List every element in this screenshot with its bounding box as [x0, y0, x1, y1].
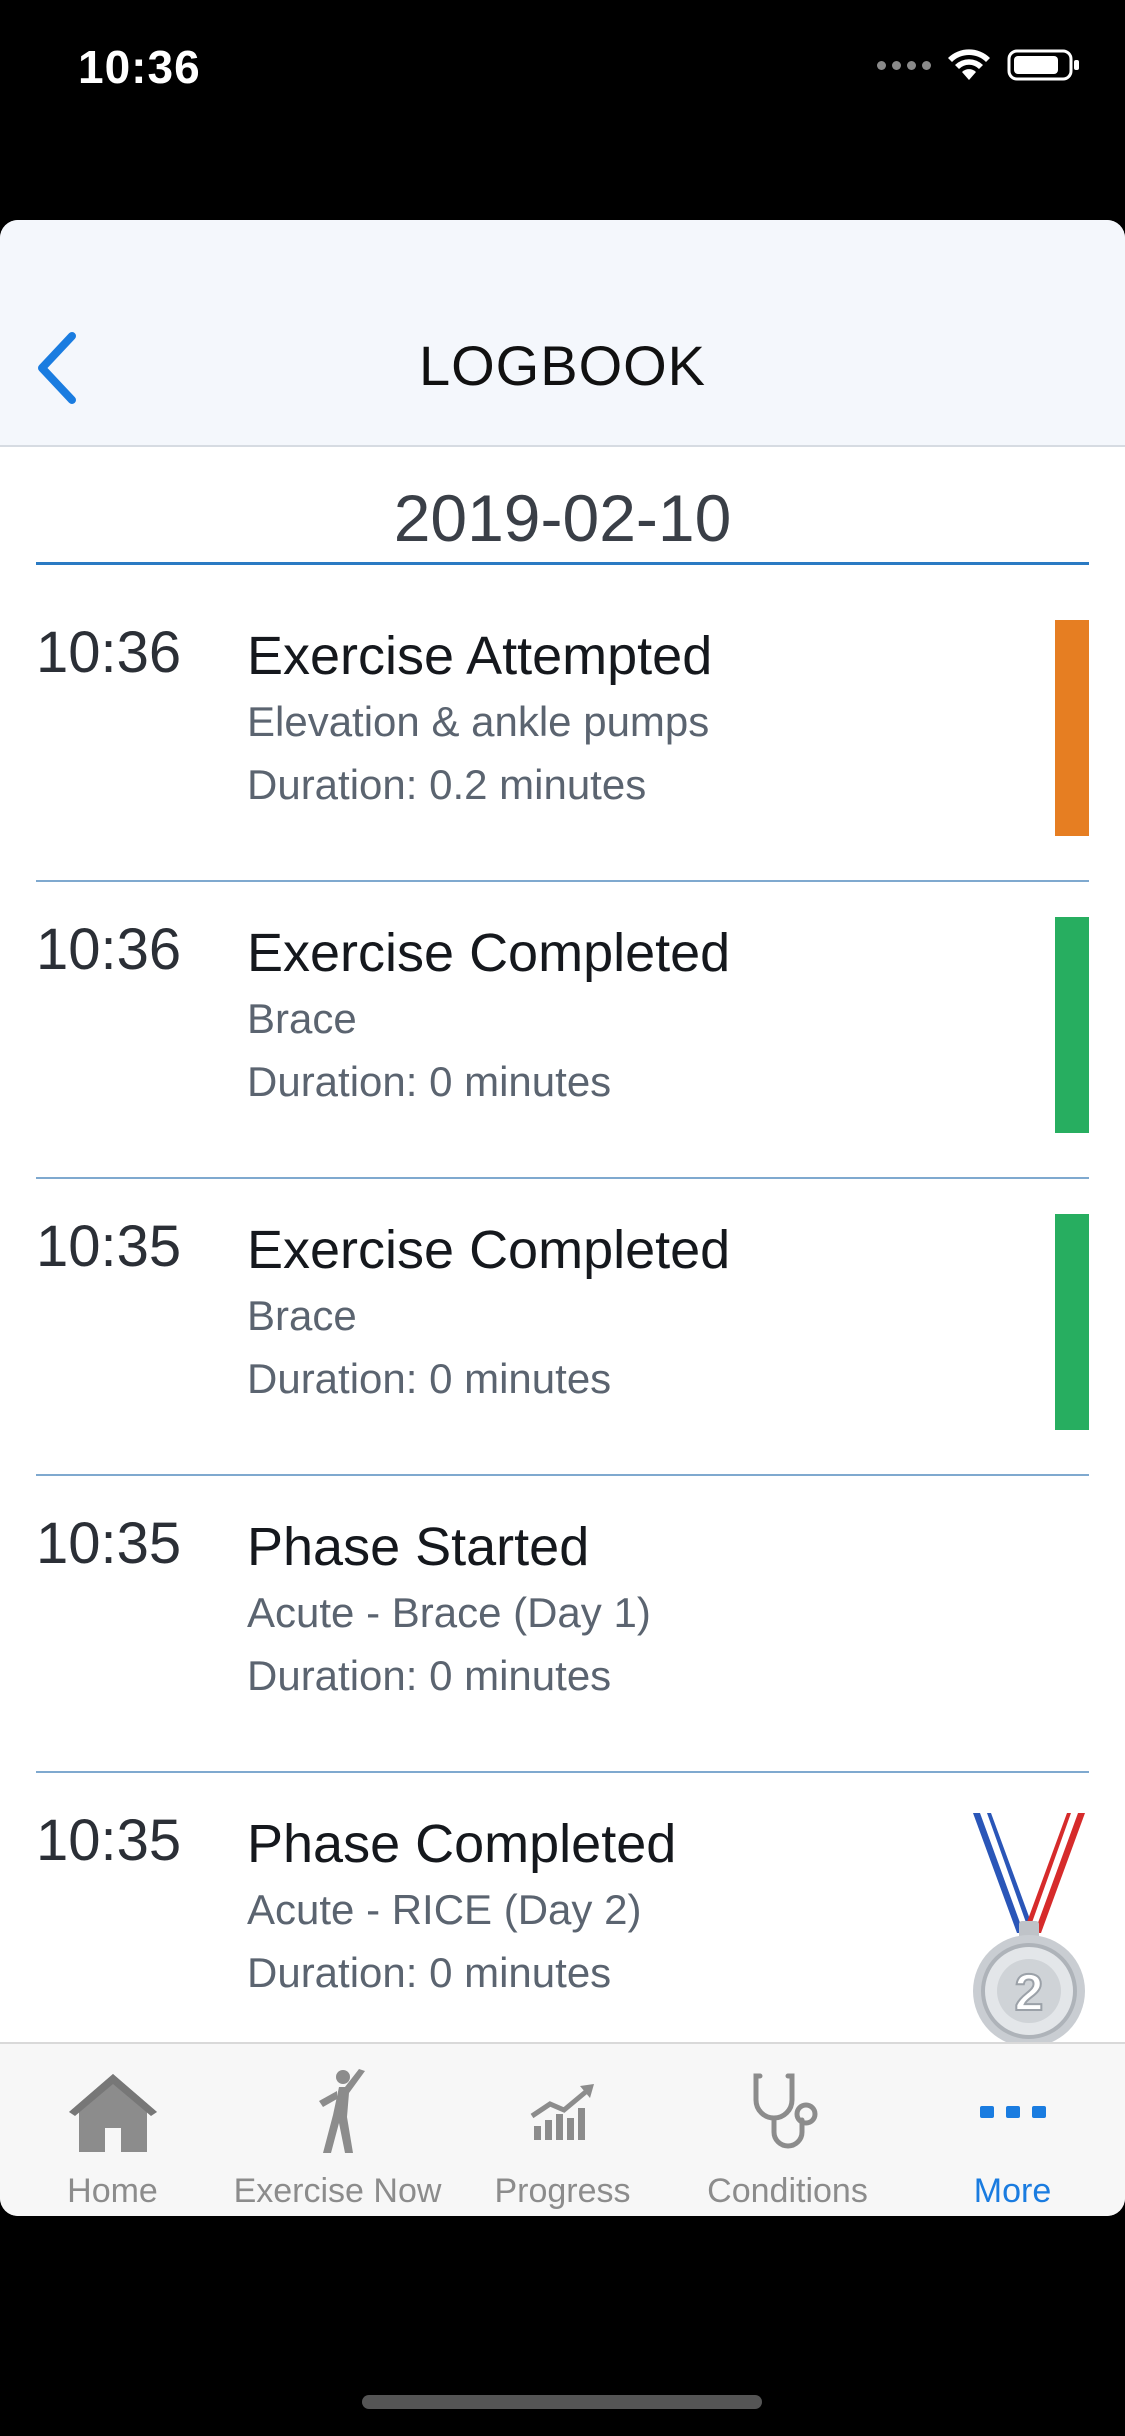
tab-label: Home	[67, 2172, 158, 2210]
home-icon	[68, 2074, 157, 2152]
battery-icon	[1007, 49, 1079, 81]
status-bar: 10:36	[0, 0, 1125, 140]
svg-text:2: 2	[1015, 1964, 1044, 2022]
date-section-header: 2019-02-10	[36, 480, 1089, 565]
exercise-figure-icon	[318, 2069, 365, 2153]
log-entry[interactable]: 10:35 Exercise Completed Brace Duration:…	[36, 1179, 1089, 1476]
tab-bar: Home Exercise Now Progress Conditions Mo…	[0, 2042, 1125, 2216]
progress-chart-icon	[530, 2084, 594, 2140]
log-entry-subtitle: Brace	[247, 1292, 357, 1339]
log-entry-time: 10:35	[36, 1511, 182, 1576]
log-entry-subtitle: Acute - RICE (Day 2)	[247, 1886, 642, 1933]
log-entry-duration: Duration: 0 minutes	[247, 1652, 612, 1699]
log-entry-title: Exercise Attempted	[247, 626, 713, 686]
page-title: LOGBOOK	[418, 334, 707, 397]
log-entry-time: 10:35	[36, 1214, 182, 1279]
stethoscope-icon	[753, 2073, 817, 2149]
log-entry-subtitle: Elevation & ankle pumps	[247, 698, 710, 745]
log-entry-duration: Duration: 0 minutes	[247, 1058, 612, 1105]
tab-label: More	[973, 2172, 1052, 2210]
log-entry-title: Phase Started	[247, 1517, 590, 1577]
navigation-bar: LOGBOOK	[0, 220, 1125, 447]
log-entry-subtitle: Acute - Brace (Day 1)	[247, 1589, 651, 1636]
status-time: 10:36	[78, 41, 201, 93]
tab-exercise-now[interactable]: Exercise Now	[225, 2044, 450, 2216]
silver-medal-icon: 2	[973, 1813, 1085, 2047]
log-entry-title: Exercise Completed	[247, 1220, 731, 1280]
tab-label: Progress	[494, 2172, 631, 2210]
log-entry-subtitle: Brace	[247, 995, 357, 1042]
log-entry[interactable]: 10:36 Exercise Attempted Elevation & ank…	[36, 585, 1089, 882]
log-entry[interactable]: 10:35 Phase Completed Acute - RICE (Day …	[36, 1773, 1089, 2068]
tab-label: Exercise Now	[233, 2172, 442, 2210]
log-entry[interactable]: 10:36 Exercise Completed Brace Duration:…	[36, 882, 1089, 1179]
log-entry[interactable]: 10:35 Phase Started Acute - Brace (Day 1…	[36, 1476, 1089, 1773]
completed-status-bar	[1055, 1214, 1089, 1430]
completed-status-bar	[1055, 917, 1089, 1133]
log-entry-time: 10:36	[36, 917, 182, 982]
log-entry-duration: Duration: 0.2 minutes	[247, 761, 647, 808]
attempted-status-bar	[1055, 620, 1089, 836]
tab-progress[interactable]: Progress	[450, 2044, 675, 2216]
cellular-signal-icon	[877, 60, 931, 70]
log-entry-title: Exercise Completed	[247, 923, 731, 983]
status-icons	[877, 48, 1081, 82]
log-entry-duration: Duration: 0 minutes	[247, 1949, 612, 1996]
tab-label: Conditions	[707, 2172, 868, 2210]
more-dots-icon	[979, 2106, 1046, 2118]
tab-home[interactable]: Home	[0, 2044, 225, 2216]
log-entry-time: 10:35	[36, 1808, 182, 1873]
logbook-list: 10:36 Exercise Attempted Elevation & ank…	[36, 585, 1089, 2068]
tab-more[interactable]: More	[900, 2044, 1125, 2216]
log-entry-duration: Duration: 0 minutes	[247, 1355, 612, 1402]
tab-conditions[interactable]: Conditions	[675, 2044, 900, 2216]
home-indicator[interactable]	[362, 2395, 762, 2409]
wifi-icon	[948, 49, 990, 80]
log-entry-time: 10:36	[36, 620, 182, 685]
app-screen: LOGBOOK 2019-02-10 10:36 Exercise Attemp…	[0, 220, 1125, 2216]
log-entry-title: Phase Completed	[247, 1814, 677, 1874]
